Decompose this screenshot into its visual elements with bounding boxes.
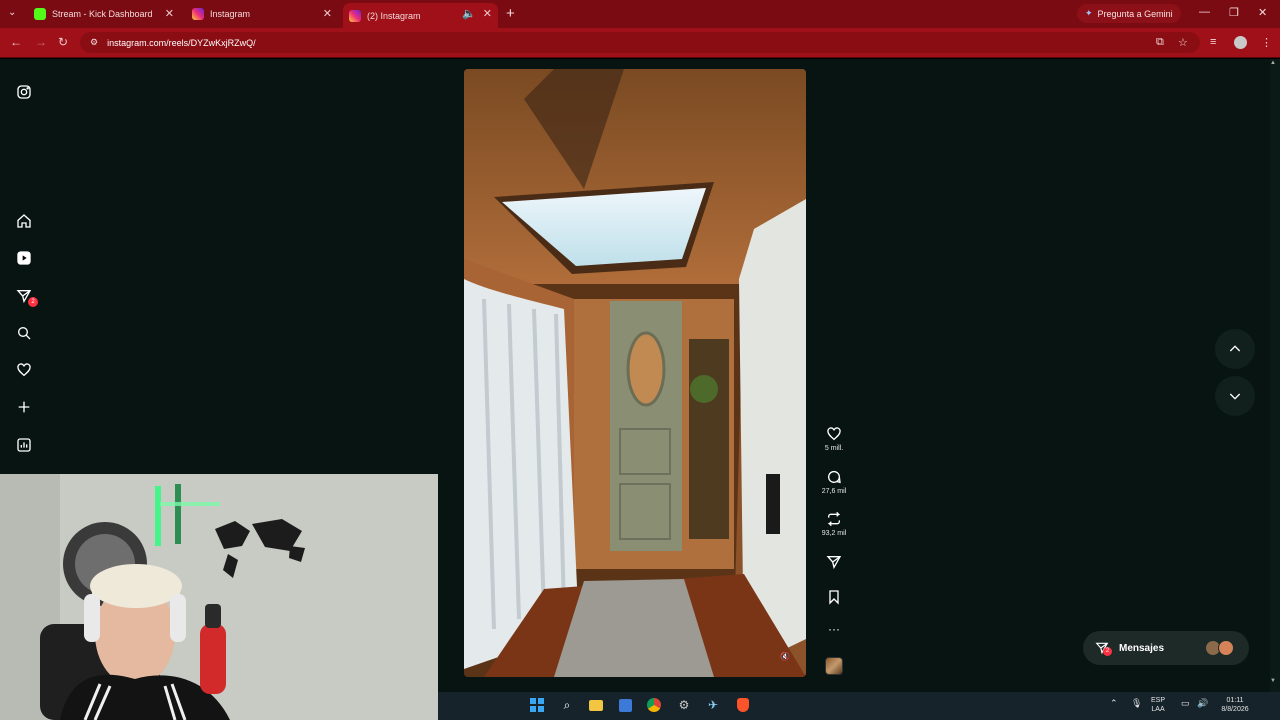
- like-count: 5 mill.: [824, 445, 844, 452]
- clock-time: 01:11: [1226, 697, 1244, 704]
- messages-button[interactable]: 2 Mensajes: [1083, 631, 1249, 665]
- page-scrollbar[interactable]: [1270, 59, 1280, 692]
- comment-bubble-icon: [828, 470, 841, 484]
- create-plus-icon[interactable]: [14, 397, 34, 417]
- notifications-heart-icon[interactable]: [14, 360, 34, 380]
- tab-kick-dashboard[interactable]: Stream - Kick Dashboard ✕: [28, 3, 180, 25]
- instagram-icon: [192, 8, 204, 20]
- windows-start-icon[interactable]: [528, 696, 546, 714]
- forward-arrow-icon[interactable]: →: [35, 35, 47, 49]
- scroll-up-arrow-icon[interactable]: ▲: [1270, 60, 1276, 66]
- share-paper-plane-icon: [826, 556, 842, 570]
- reels-icon[interactable]: [14, 248, 34, 268]
- heart-icon: [827, 427, 841, 441]
- gemini-sparkle-icon: ✦: [1085, 8, 1093, 18]
- audio-thumbnail[interactable]: [825, 657, 843, 675]
- browser-tab-strip: ⌄ Stream - Kick Dashboard ✕ Instagram ✕ …: [0, 0, 1280, 28]
- messages-badge: 2: [28, 297, 38, 307]
- mute-speaker-icon[interactable]: 🔇: [780, 652, 790, 661]
- clock-date: 8/8/2026: [1221, 706, 1249, 713]
- chrome-menu-icon[interactable]: ⋮: [1261, 36, 1272, 49]
- instagram-icon: [349, 9, 361, 22]
- tab-instagram-active[interactable]: (2) Instagram 🔈 ✕: [343, 3, 498, 28]
- brave-icon[interactable]: [734, 696, 752, 714]
- previous-reel-button[interactable]: [1215, 329, 1255, 369]
- tab-title: Stream - Kick Dashboard: [52, 9, 153, 19]
- tab-instagram[interactable]: Instagram ✕: [186, 3, 338, 25]
- install-app-icon[interactable]: ⧉: [1156, 36, 1164, 49]
- close-tab-icon[interactable]: ✕: [483, 7, 492, 20]
- media-controls-icon[interactable]: ≡: [1210, 36, 1216, 48]
- chrome-icon[interactable]: [645, 696, 663, 714]
- tab-title: Instagram: [210, 9, 251, 19]
- site-info-icon[interactable]: ⚙: [90, 37, 98, 48]
- store-icon[interactable]: [616, 696, 634, 714]
- bookmark-icon: [829, 590, 839, 605]
- tray-chevron-up-icon[interactable]: ⌃: [1110, 699, 1118, 708]
- gemini-button-label: Pregunta a Gemini: [1097, 8, 1173, 19]
- messages-label: Mensajes: [1119, 642, 1165, 654]
- repost-button[interactable]: 93,2 mil: [818, 511, 850, 537]
- reload-icon[interactable]: ↻: [58, 35, 68, 49]
- reel-video-frame: [464, 69, 806, 677]
- bookmark-star-icon[interactable]: ☆: [1178, 36, 1188, 49]
- save-button[interactable]: [818, 589, 850, 605]
- share-button[interactable]: [818, 554, 850, 570]
- kick-icon: [34, 8, 46, 20]
- minimize-icon[interactable]: —: [1199, 6, 1210, 18]
- volume-icon[interactable]: 🔊: [1197, 699, 1208, 708]
- close-tab-icon[interactable]: ✕: [165, 7, 174, 20]
- scroll-down-arrow-icon[interactable]: ▼: [1270, 678, 1276, 684]
- language-code: ESP: [1151, 697, 1166, 704]
- taskbar-search-icon[interactable]: ⌕: [558, 696, 576, 714]
- search-icon[interactable]: [14, 323, 34, 343]
- tab-audio-icon[interactable]: 🔈: [462, 7, 476, 20]
- new-tab-plus-icon[interactable]: +: [506, 5, 515, 22]
- network-icon[interactable]: ▭: [1181, 699, 1190, 708]
- back-arrow-icon[interactable]: ←: [10, 35, 22, 49]
- comment-button[interactable]: 27,6 mil: [818, 469, 850, 495]
- home-icon[interactable]: [14, 211, 34, 231]
- tab-search-chevron-icon[interactable]: ⌄: [8, 7, 16, 18]
- tab-title: (2) Instagram: [367, 10, 421, 21]
- close-window-icon[interactable]: ✕: [1258, 6, 1267, 19]
- repost-count: 93,2 mil: [821, 530, 847, 537]
- repost-icon: [827, 511, 841, 527]
- steam-icon[interactable]: ✈: [704, 696, 722, 714]
- url-text: instagram.com/reels/DYZwKxjRZwQ/: [107, 37, 256, 48]
- clock[interactable]: 01:11 8/8/2026: [1214, 696, 1256, 714]
- chevron-up-icon: [1229, 345, 1241, 352]
- more-dots-icon: ···: [828, 622, 840, 636]
- messages-badge: 2: [1103, 647, 1112, 656]
- dashboard-icon[interactable]: [14, 435, 34, 455]
- avatar: [1218, 640, 1234, 656]
- restore-icon[interactable]: ❐: [1229, 6, 1239, 19]
- next-reel-button[interactable]: [1215, 376, 1255, 416]
- profile-avatar[interactable]: [1234, 36, 1247, 49]
- comment-count: 27,6 mil: [821, 488, 847, 495]
- microphone-icon[interactable]: 🎙: [1131, 699, 1142, 708]
- ask-gemini-button[interactable]: ✦ Pregunta a Gemini: [1077, 4, 1181, 23]
- webcam-feed-image: [0, 474, 438, 720]
- instagram-logo-icon[interactable]: [14, 82, 34, 102]
- app-icon[interactable]: ⚙: [675, 696, 693, 714]
- webcam-overlay: [0, 474, 438, 720]
- like-button[interactable]: 5 mill.: [818, 426, 850, 452]
- keyboard-layout: LAA: [1151, 706, 1165, 713]
- file-explorer-icon[interactable]: [587, 696, 605, 714]
- reel-video[interactable]: [464, 69, 806, 677]
- chevron-down-icon: [1229, 393, 1241, 400]
- more-options-button[interactable]: ···: [818, 622, 850, 636]
- browser-toolbar: ← → ↻ ⚙ instagram.com/reels/DYZwKxjRZwQ/…: [0, 28, 1280, 58]
- address-bar[interactable]: ⚙ instagram.com/reels/DYZwKxjRZwQ/: [80, 32, 1200, 53]
- close-tab-icon[interactable]: ✕: [323, 7, 332, 20]
- language-indicator[interactable]: ESP LAA: [1151, 696, 1165, 714]
